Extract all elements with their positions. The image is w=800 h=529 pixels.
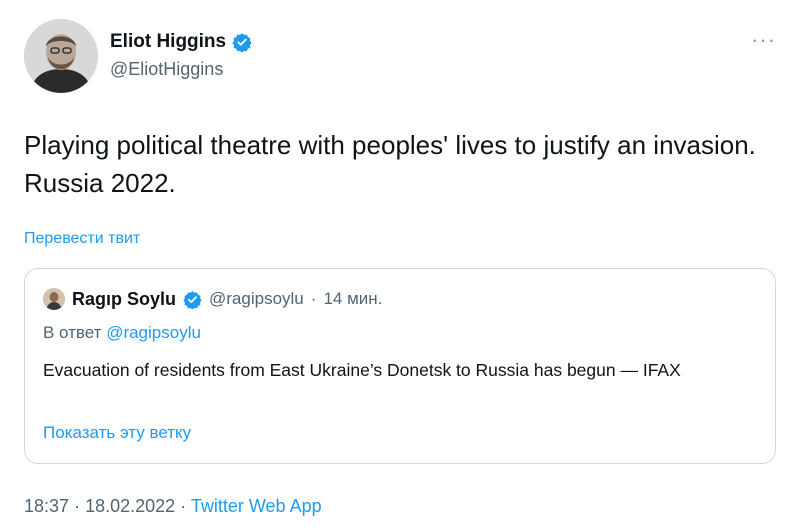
reply-prefix: В ответ bbox=[43, 323, 102, 342]
quoted-author-handle[interactable]: @ragipsoylu bbox=[209, 289, 304, 309]
more-horizontal-icon[interactable]: ··· bbox=[751, 29, 776, 51]
tweet-text: Playing political theatre with peoples' … bbox=[24, 130, 756, 198]
quoted-author-name[interactable]: Ragıp Soylu bbox=[72, 289, 176, 310]
reply-mention-link[interactable]: @ragipsoylu bbox=[106, 323, 201, 342]
quoted-separator: · bbox=[310, 289, 317, 308]
author-name[interactable]: Eliot Higgins bbox=[110, 31, 226, 53]
avatar-photo-icon bbox=[24, 19, 98, 93]
translate-tweet-link[interactable]: Перевести твит bbox=[24, 230, 140, 248]
quoted-tweet-card[interactable]: Ragıp Soylu @ragipsoylu · 14 мин. В отве… bbox=[24, 268, 776, 464]
author-avatar[interactable] bbox=[24, 19, 98, 93]
quoted-reply-context: В ответ @ragipsoylu bbox=[43, 323, 201, 343]
quoted-tweet-text: Evacuation of residents from East Ukrain… bbox=[43, 360, 681, 380]
author-name-row[interactable]: Eliot Higgins bbox=[110, 31, 252, 53]
quoted-avatar-photo-icon bbox=[43, 288, 65, 310]
quoted-author-avatar[interactable] bbox=[43, 288, 65, 310]
verified-badge-icon bbox=[232, 32, 252, 52]
quoted-timestamp[interactable]: 14 мин. bbox=[323, 289, 382, 309]
meta-separator: · bbox=[180, 496, 187, 516]
quoted-verified-badge-icon bbox=[183, 290, 202, 309]
show-thread-link[interactable]: Показать эту ветку bbox=[43, 423, 191, 443]
tweet: Eliot Higgins @EliotHiggins ··· Playing … bbox=[0, 0, 800, 529]
author-handle[interactable]: @EliotHiggins bbox=[110, 59, 223, 80]
quoted-tweet-header: Ragıp Soylu @ragipsoylu · 14 мин. bbox=[43, 288, 382, 310]
tweet-date[interactable]: 18.02.2022 bbox=[85, 496, 175, 516]
meta-separator: · bbox=[74, 496, 81, 516]
tweet-meta: 18:37 · 18.02.2022 · Twitter Web App bbox=[24, 496, 322, 517]
tweet-time[interactable]: 18:37 bbox=[24, 496, 69, 516]
source-app-link[interactable]: Twitter Web App bbox=[191, 496, 322, 516]
